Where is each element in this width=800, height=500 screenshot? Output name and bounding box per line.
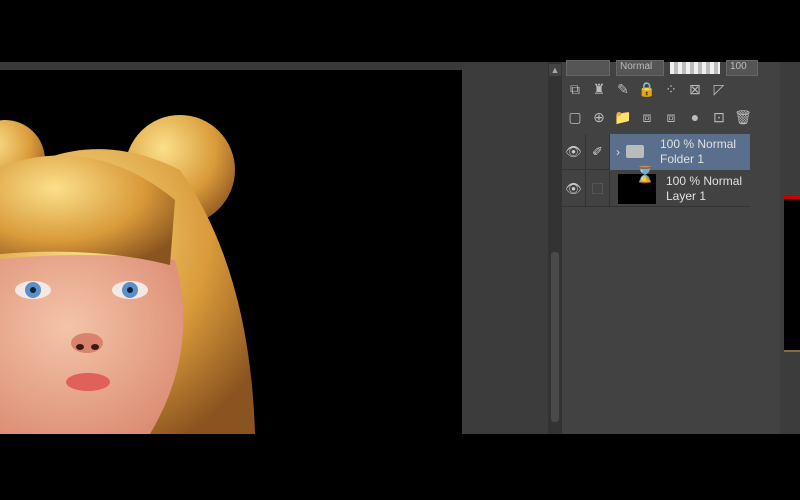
layer-blend-mode: Normal xyxy=(703,173,743,188)
panel-gutter xyxy=(462,62,548,434)
edit-checkbox[interactable] xyxy=(586,170,610,207)
layer-row-raster[interactable]: 👁 100 % Normal Layer 1 xyxy=(562,170,750,207)
delete-layer-icon[interactable]: 🗑 xyxy=(734,108,752,126)
visibility-eye-icon[interactable]: 👁 xyxy=(562,170,586,207)
expand-chevron-icon[interactable]: › xyxy=(616,145,620,159)
hourglass-cursor-icon: ⌛ xyxy=(635,167,655,184)
blend-mode-dropdown[interactable]: Normal xyxy=(616,60,664,76)
portrait-illustration xyxy=(0,115,255,434)
merge-with-layer-below-icon[interactable]: ⧈ xyxy=(662,108,680,126)
layer-row-folder[interactable]: 👁 ✐ › 100 % Normal Folder 1 xyxy=(562,133,750,170)
transfer-to-lower-layer-icon[interactable]: ⧈ xyxy=(638,108,656,126)
reference-layer-icon[interactable]: ♜ xyxy=(590,80,608,98)
scroll-up-button[interactable]: ▲ xyxy=(549,64,561,76)
side-strip xyxy=(780,62,800,434)
layer-color-dropdown[interactable] xyxy=(566,60,610,76)
visibility-eye-icon[interactable]: 👁 xyxy=(562,133,586,170)
canvas[interactable] xyxy=(0,70,462,434)
layer-blend-mode: Normal xyxy=(697,136,737,151)
lock-transparency-icon[interactable]: ⁘ xyxy=(662,80,680,98)
mask-options-icon[interactable]: ⊠ xyxy=(686,80,704,98)
apply-mask-icon[interactable]: ⊡ xyxy=(710,108,728,126)
new-folder-icon[interactable]: 📁 xyxy=(614,108,632,126)
layer-name: Folder 1 xyxy=(660,151,705,166)
layer-panel-scrollbar[interactable]: ▲ xyxy=(548,62,562,434)
create-layer-mask-icon[interactable]: ● xyxy=(686,108,704,126)
layer-opacity: 100 % xyxy=(666,173,701,188)
layer-panel: Normal 100 ⧉ ♜ ✎ 🔒 ⁘ ⊠ ◸ ▢ ⊕ 📁 ⧈ ⧈ ● ⊡ 🗑… xyxy=(562,60,780,434)
opacity-slider[interactable] xyxy=(670,62,720,74)
new-raster-layer-icon[interactable]: ▢ xyxy=(566,108,584,126)
ruler-options-icon[interactable]: ◸ xyxy=(710,80,728,98)
lock-icon[interactable]: 🔒 xyxy=(638,80,656,98)
opacity-field[interactable]: 100 xyxy=(726,60,758,76)
canvas-top-bar xyxy=(0,62,462,70)
folder-icon xyxy=(626,145,644,158)
new-vector-layer-icon[interactable]: ⊕ xyxy=(590,108,608,126)
scrollbar-thumb[interactable] xyxy=(551,252,559,422)
layer-name: Layer 1 xyxy=(666,188,707,203)
clip-to-layer-below-icon[interactable]: ⧉ xyxy=(566,80,584,98)
draft-layer-icon[interactable]: ✎ xyxy=(614,80,632,98)
preview-thumbnail xyxy=(784,196,800,352)
layer-opacity: 100 % xyxy=(660,136,695,151)
edit-pen-icon[interactable]: ✐ xyxy=(586,133,610,170)
